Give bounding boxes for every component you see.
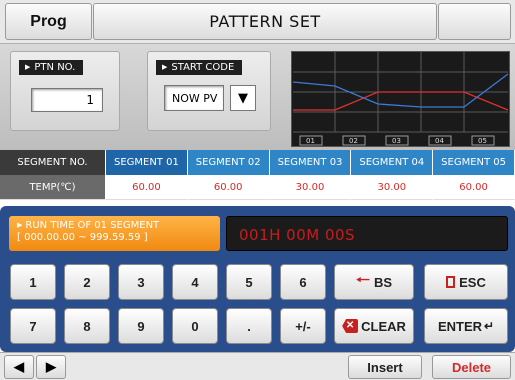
backspace-label: BS [373,274,393,290]
run-time-title: RUN TIME OF 01 SEGMENT [17,219,220,232]
key-1[interactable]: 1 [10,264,56,300]
segment-tab-01[interactable]: SEGMENT 01 [106,150,188,175]
temp-cell-05[interactable]: 60.00 [433,175,515,200]
esc-icon [446,276,456,288]
dropdown-arrow-icon[interactable]: ▼ [230,85,256,111]
key-9[interactable]: 9 [118,308,164,344]
key-3[interactable]: 3 [118,264,164,300]
graph-tick: 03 [392,137,401,145]
key-2[interactable]: 2 [64,264,110,300]
graph-blue-line [292,73,509,108]
key-7[interactable]: 7 [10,308,56,344]
key-4[interactable]: 4 [172,264,218,300]
backspace-button[interactable]: 🠐 BS [334,264,414,300]
run-time-range: [ 000.00.00 ~ 999.59.59 ] [17,232,148,243]
start-code-select[interactable]: NOW PV [164,85,224,111]
pattern-area: PTN NO. 1 START CODE NOW PV ▼ 01 02 [0,44,515,150]
temp-cell-04[interactable]: 30.00 [351,175,434,200]
segment-table: SEGMENT NO. SEGMENT 01 SEGMENT 02 SEGMEN… [0,150,515,200]
temp-cell-02[interactable]: 60.00 [187,175,270,200]
ptn-no-field[interactable]: 1 [31,88,103,112]
key-8[interactable]: 8 [64,308,110,344]
prog-button[interactable]: Prog [5,3,92,40]
key-dot[interactable]: . [226,308,272,344]
start-code-box: START CODE NOW PV ▼ [147,51,271,131]
esc-button[interactable]: ESC [424,264,508,300]
segment-tab-04[interactable]: SEGMENT 04 [351,150,434,175]
key-0[interactable]: 0 [172,308,218,344]
key-6[interactable]: 6 [280,264,326,300]
temp-row: TEMP(℃) 60.00 60.00 30.00 30.00 60.00 [0,175,515,200]
key-5[interactable]: 5 [226,264,272,300]
temp-cell-01[interactable]: 60.00 [106,175,188,200]
next-arrow-icon[interactable]: ▶ [36,355,66,379]
pattern-graph: 01 02 03 04 05 [291,51,510,147]
key-plus-minus[interactable]: +/- [280,308,326,344]
ptn-no-label: PTN NO. [19,60,84,75]
esc-label: ESC [459,274,486,290]
header-bar: Prog PATTERN SET [0,0,515,44]
run-time-label: RUN TIME OF 01 SEGMENT [ 000.00.00 ~ 999… [9,216,220,251]
segment-tab-05[interactable]: SEGMENT 05 [433,150,515,175]
graph-tick: 05 [478,137,487,145]
start-code-label: START CODE [156,60,243,75]
graph-red-line [293,91,509,111]
header-right-button[interactable] [438,3,511,40]
run-time-display: 001H 00M 00S [226,216,508,251]
pattern-graph-svg: 01 02 03 04 05 [292,52,509,146]
enter-button[interactable]: ENTER ↵ [424,308,508,344]
enter-arrow-icon: ↵ [484,319,495,333]
enter-label: ENTER [437,318,482,334]
graph-tick: 01 [306,137,315,145]
footer-bar: ◀ ▶ Insert Delete [0,352,515,380]
temp-header: TEMP(℃) [0,175,106,200]
clear-label: CLEAR [361,318,406,334]
delete-button[interactable]: Delete [432,355,511,379]
graph-tick: 04 [435,137,444,145]
segment-no-header: SEGMENT NO. [0,150,106,175]
page-title: PATTERN SET [93,3,437,40]
segment-header-row: SEGMENT NO. SEGMENT 01 SEGMENT 02 SEGMEN… [0,150,515,175]
graph-tick: 02 [349,137,358,145]
clear-x-icon: ✕ [342,319,359,333]
temp-cell-03[interactable]: 30.00 [269,175,352,200]
backspace-arrow-icon: 🠐 [355,271,370,289]
clear-button[interactable]: ✕ CLEAR [334,308,414,344]
insert-button[interactable]: Insert [348,355,422,379]
segment-tab-02[interactable]: SEGMENT 02 [187,150,270,175]
segment-tab-03[interactable]: SEGMENT 03 [269,150,352,175]
keypad-panel: RUN TIME OF 01 SEGMENT [ 000.00.00 ~ 999… [0,206,515,352]
prev-arrow-icon[interactable]: ◀ [4,355,34,379]
ptn-no-box: PTN NO. 1 [10,51,120,131]
